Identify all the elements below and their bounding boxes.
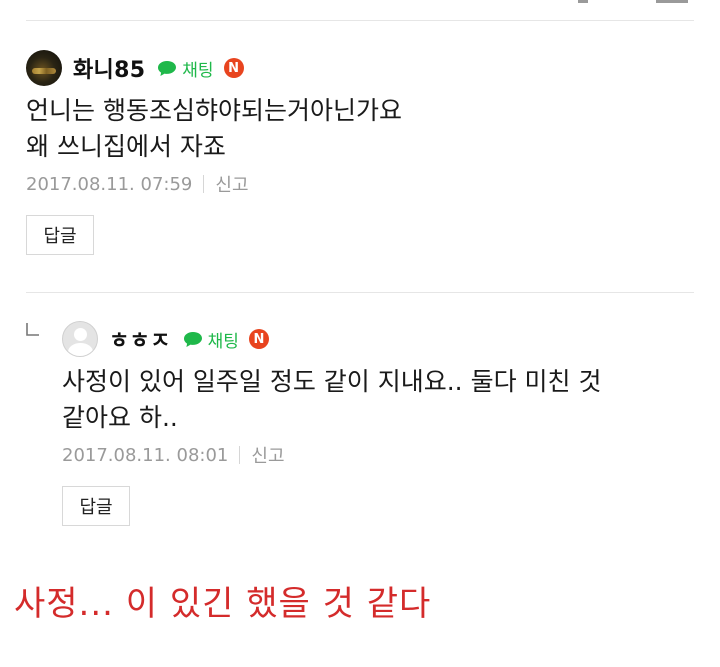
comment-meta: 2017.08.11. 07:59 신고 bbox=[26, 171, 402, 197]
comment-line: 사정이 있어 일주일 정도 같이 지내요.. 둘다 미친 것 bbox=[62, 367, 602, 396]
meta-separator bbox=[203, 175, 205, 193]
avatar[interactable] bbox=[62, 321, 98, 357]
reply-comment-item: ㅎㅎㅈ 채팅 N 사정이 있어 일주일 정도 같이 지내요.. 둘다 미친 것 … bbox=[62, 320, 601, 526]
top-divider bbox=[26, 20, 694, 21]
comment-header: 화니85 채팅 N bbox=[26, 49, 402, 87]
comment-header: ㅎㅎㅈ 채팅 N bbox=[62, 320, 601, 358]
caption-text: 사정... 이 있긴 했을 것 같다 bbox=[14, 584, 432, 624]
chat-button[interactable]: 채팅 bbox=[157, 56, 214, 81]
chat-label: 채팅 bbox=[207, 331, 239, 352]
avatar[interactable] bbox=[26, 50, 62, 86]
nickname[interactable]: ㅎㅎㅈ bbox=[109, 323, 171, 355]
chat-label: 채팅 bbox=[182, 60, 214, 81]
chat-button[interactable]: 채팅 bbox=[183, 327, 239, 352]
chat-bubble-icon bbox=[158, 60, 177, 76]
top-edge-mark bbox=[578, 0, 588, 3]
comment-divider bbox=[26, 292, 694, 293]
nickname[interactable]: 화니85 bbox=[73, 52, 145, 84]
meta-separator bbox=[239, 446, 241, 464]
comment-line: 왜 쓰니집에서 자죠 bbox=[26, 132, 226, 161]
comment-line: 같아요 하.. bbox=[62, 403, 178, 432]
timestamp: 2017.08.11. 08:01 bbox=[62, 444, 229, 466]
comment-item: 화니85 채팅 N 언니는 행동조심햐야되는거아닌가요 왜 쓰니집에서 자죠 2… bbox=[26, 49, 402, 255]
report-link[interactable]: 신고 bbox=[215, 171, 248, 197]
reply-button[interactable]: 답글 bbox=[26, 215, 94, 255]
reply-arrow-icon bbox=[26, 323, 39, 336]
comment-body: 언니는 행동조심햐야되는거아닌가요 왜 쓰니집에서 자죠 bbox=[26, 93, 402, 165]
reply-button[interactable]: 답글 bbox=[62, 486, 130, 526]
comment-meta: 2017.08.11. 08:01 신고 bbox=[62, 442, 601, 468]
naver-n-icon: N bbox=[248, 329, 269, 349]
naver-n-icon: N bbox=[223, 58, 244, 78]
chat-bubble-icon bbox=[183, 331, 202, 347]
comment-line: 언니는 행동조심햐야되는거아닌가요 bbox=[26, 96, 402, 125]
timestamp: 2017.08.11. 07:59 bbox=[26, 173, 193, 195]
top-edge-mark bbox=[656, 0, 688, 3]
comment-body: 사정이 있어 일주일 정도 같이 지내요.. 둘다 미친 것 같아요 하.. bbox=[62, 364, 601, 436]
report-link[interactable]: 신고 bbox=[251, 442, 284, 468]
